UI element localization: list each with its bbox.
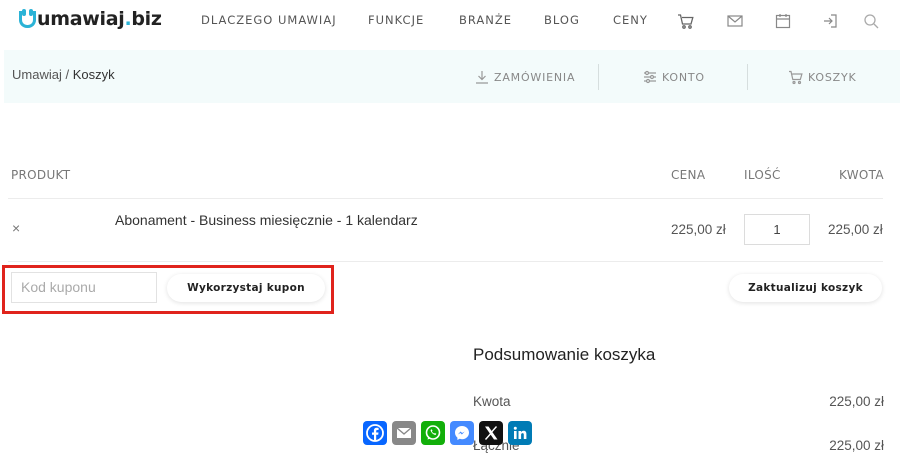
cart-label: KOSZYK bbox=[808, 70, 857, 84]
breadcrumb: Umawiaj / Koszyk bbox=[12, 67, 115, 82]
site-header: umawiaj.biz DLACZEGO UMAWIAJ FUNKCJE BRA… bbox=[0, 0, 900, 44]
subtotal-label: Kwota bbox=[473, 394, 511, 409]
breadcrumb-current: Koszyk bbox=[72, 67, 115, 82]
sliders-icon bbox=[644, 70, 656, 84]
divider bbox=[598, 64, 599, 90]
cart-icon[interactable] bbox=[677, 12, 695, 30]
orders-link[interactable]: ZAMÓWIENIA bbox=[474, 69, 575, 85]
facebook-icon[interactable] bbox=[363, 421, 387, 445]
messenger-icon[interactable] bbox=[450, 421, 474, 445]
column-header-amount: KWOTA bbox=[839, 168, 884, 182]
logo-text: umawiaj.biz bbox=[37, 8, 162, 30]
search-icon[interactable] bbox=[862, 12, 880, 30]
product-name[interactable]: Abonament - Business miesięcznie - 1 kal… bbox=[115, 212, 418, 228]
product-amount: 225,00 zł bbox=[828, 222, 883, 237]
column-header-product: PRODUKT bbox=[11, 168, 71, 182]
linkedin-icon[interactable] bbox=[508, 421, 532, 445]
nav-branze[interactable]: BRANŻE bbox=[459, 13, 512, 27]
login-icon[interactable] bbox=[821, 12, 839, 30]
subtotal-value: 225,00 zł bbox=[829, 394, 884, 409]
orders-label: ZAMÓWIENIA bbox=[494, 70, 576, 84]
table-divider bbox=[8, 261, 883, 262]
cart-link[interactable]: KOSZYK bbox=[788, 69, 857, 85]
account-bar: Umawiaj / Koszyk ZAMÓWIENIA KONTO KOSZYK bbox=[4, 50, 900, 103]
column-header-quantity: ILOŚĆ bbox=[744, 168, 781, 182]
update-cart-button[interactable]: Zaktualizuj koszyk bbox=[729, 274, 882, 302]
divider bbox=[747, 64, 748, 90]
download-icon bbox=[476, 71, 488, 84]
table-divider bbox=[8, 198, 883, 199]
product-price: 225,00 zł bbox=[671, 222, 726, 237]
x-icon[interactable] bbox=[479, 421, 503, 445]
quantity-input[interactable]: 1 bbox=[744, 214, 810, 245]
nav-ceny[interactable]: CENY bbox=[613, 13, 648, 27]
mail-icon[interactable] bbox=[726, 12, 744, 30]
total-value: 225,00 zł bbox=[829, 438, 884, 453]
breadcrumb-root[interactable]: Umawiaj / bbox=[12, 67, 69, 82]
account-label: KONTO bbox=[662, 70, 705, 84]
highlight-box bbox=[2, 265, 334, 314]
nav-dlaczego-umawiaj[interactable]: DLACZEGO UMAWIAJ bbox=[201, 13, 337, 27]
share-bar bbox=[363, 421, 537, 445]
account-link[interactable]: KONTO bbox=[642, 69, 705, 85]
cart-totals-title: Podsumowanie koszyka bbox=[473, 345, 656, 364]
email-icon[interactable] bbox=[392, 421, 416, 445]
logo[interactable]: umawiaj.biz bbox=[19, 8, 162, 30]
remove-item-button[interactable]: × bbox=[12, 220, 20, 236]
column-header-price: CENA bbox=[671, 168, 706, 182]
logo-mark-icon bbox=[19, 9, 36, 29]
cart-icon bbox=[789, 70, 803, 85]
nav-blog[interactable]: BLOG bbox=[544, 13, 580, 27]
calendar-icon[interactable] bbox=[774, 12, 792, 30]
whatsapp-icon[interactable] bbox=[421, 421, 445, 445]
nav-funkcje[interactable]: FUNKCJE bbox=[368, 13, 424, 27]
